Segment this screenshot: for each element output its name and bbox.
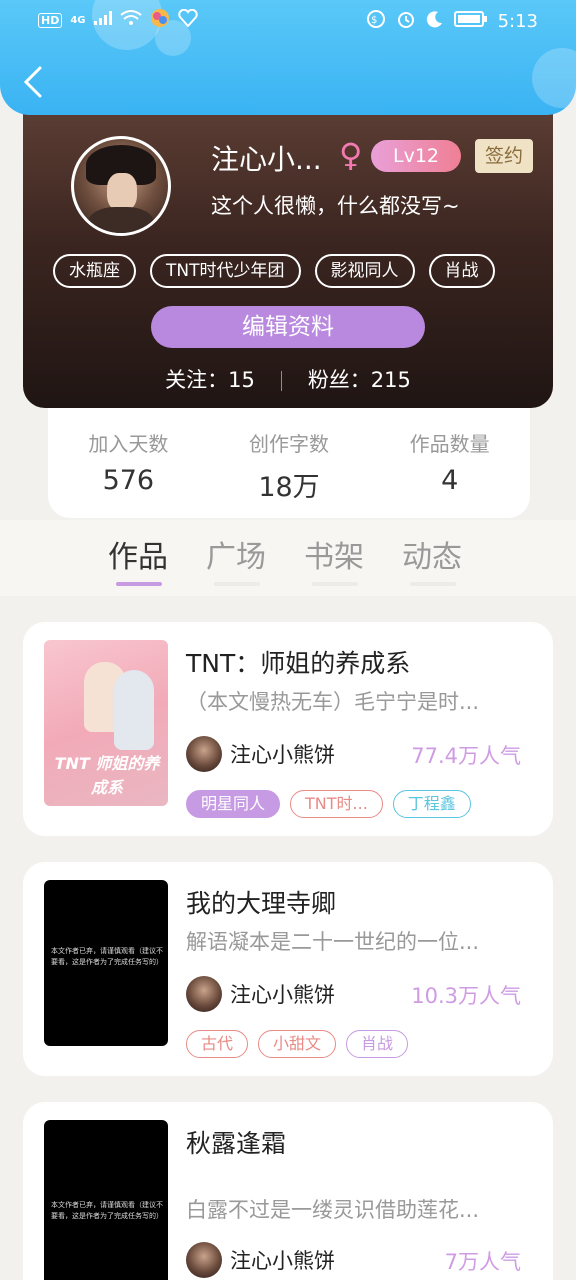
stat-value: 576: [102, 465, 155, 496]
level-badge: Lv12: [371, 140, 461, 172]
user-bio: 这个人很懒，什么都没写~: [211, 194, 460, 218]
profile-tag[interactable]: 肖战: [428, 254, 495, 288]
author-name: 注心小熊饼: [230, 743, 335, 767]
profile-tag[interactable]: 水瓶座: [53, 254, 136, 288]
hd-indicator: HD: [38, 12, 63, 28]
tab-indicator: [312, 582, 358, 586]
tab-bar: 作品 广场 书架 动态: [0, 520, 576, 596]
author-avatar: [186, 1242, 222, 1278]
moon-icon: [426, 10, 444, 33]
signal-icon: [93, 11, 112, 29]
wifi-icon: [119, 10, 142, 30]
edit-profile-button[interactable]: 编辑资料: [151, 306, 425, 348]
stat-label: 加入天数: [88, 432, 169, 456]
chevron-left-icon: [23, 66, 42, 98]
app-notification-icon: [150, 8, 170, 32]
user-name: 注心小...: [211, 143, 322, 176]
book-cover[interactable]: TNT 师姐的养成系: [44, 640, 168, 806]
book-cover[interactable]: 本文作者已弃，请谨慎观看（建议不要看，这是作者为了完成任务写的）: [44, 880, 168, 1046]
work-tag[interactable]: 小甜文: [258, 1030, 337, 1058]
cover-title: TNT 师姐的养成系: [54, 754, 160, 797]
cover-text: 本文作者已弃，请谨慎观看（建议不要看，这是作者为了完成任务写的）: [51, 947, 163, 966]
work-card[interactable]: TNT 师姐的养成系 TNT：师姐的养成系 （本文慢热无车）毛宁宁是时... 注…: [23, 622, 553, 836]
alarm-icon: [396, 9, 416, 34]
work-author: 注心小熊饼: [186, 1242, 335, 1278]
tab-feed[interactable]: 动态: [402, 532, 462, 576]
clock: 5:13: [497, 11, 538, 32]
work-description: （本文慢热无车）毛宁宁是时...: [186, 690, 480, 714]
stat-value: 4: [441, 465, 459, 496]
work-description: 解语凝本是二十一世纪的一位...: [186, 930, 480, 954]
stat-label: 作品数量: [409, 432, 490, 456]
back-button[interactable]: [20, 64, 46, 100]
work-description: 白露不过是一缕灵识借助莲花...: [186, 1198, 480, 1222]
battery-icon: [453, 10, 488, 33]
work-tag[interactable]: 古代: [186, 1030, 249, 1058]
popularity-count: 10.3万人气: [411, 984, 521, 1008]
work-title[interactable]: 我的大理寺卿: [186, 884, 336, 920]
author-avatar: [186, 736, 222, 772]
stats-panel: 加入天数 576 创作字数 18万 作品数量 4: [48, 408, 530, 518]
tab-indicator: [214, 582, 260, 586]
author-avatar: [186, 976, 222, 1012]
avatar[interactable]: [71, 136, 171, 236]
data-saver-icon: $: [366, 9, 386, 34]
work-title[interactable]: 秋露逢霜: [186, 1124, 286, 1160]
stat-works-count: 作品数量 4: [369, 408, 530, 518]
book-cover[interactable]: 本文作者已弃，请谨慎观看（建议不要看，这是作者为了完成任务写的）: [44, 1120, 168, 1280]
network-indicator: 4G: [70, 14, 86, 26]
tab-active-indicator: [116, 582, 162, 586]
signed-badge: 签约: [475, 139, 533, 173]
work-tags: 明星同人 TNT时... 丁程鑫: [186, 790, 471, 818]
profile-tag[interactable]: 影视同人: [314, 254, 415, 288]
profile-tag[interactable]: TNT时代少年团: [150, 254, 301, 288]
stat-value: 18万: [258, 472, 320, 503]
status-bar: HD 4G $ 5:13: [0, 0, 576, 40]
work-card[interactable]: 本文作者已弃，请谨慎观看（建议不要看，这是作者为了完成任务写的） 秋露逢霜 白露…: [23, 1102, 553, 1280]
tab-indicator: [410, 582, 456, 586]
author-name: 注心小熊饼: [230, 983, 335, 1007]
divider: [280, 371, 282, 391]
work-author: 注心小熊饼: [186, 976, 335, 1012]
svg-text:$: $: [371, 15, 377, 26]
tab-bookshelf[interactable]: 书架: [304, 532, 364, 576]
profile-card: 注心小... ♀ Lv12 签约 这个人很懒，什么都没写~ 水瓶座 TNT时代少…: [23, 108, 553, 408]
tab-works[interactable]: 作品: [108, 532, 168, 576]
work-tag[interactable]: 丁程鑫: [392, 790, 471, 818]
follow-stats: 关注：15 粉丝：215: [23, 364, 553, 394]
author-name: 注心小熊饼: [230, 1249, 335, 1273]
work-title[interactable]: TNT：师姐的养成系: [186, 644, 410, 680]
popularity-count: 7万人气: [444, 1250, 521, 1274]
profile-tags: 水瓶座 TNT时代少年团 影视同人 肖战: [53, 254, 495, 288]
female-icon: ♀: [339, 136, 363, 174]
work-tag[interactable]: 肖战: [346, 1030, 409, 1058]
following-count[interactable]: 关注：15: [165, 368, 255, 392]
tab-square[interactable]: 广场: [206, 532, 266, 576]
work-tag[interactable]: 明星同人: [186, 790, 281, 818]
followers-count[interactable]: 粉丝：215: [308, 368, 411, 392]
work-card[interactable]: 本文作者已弃，请谨慎观看（建议不要看，这是作者为了完成任务写的） 我的大理寺卿 …: [23, 862, 553, 1076]
popularity-count: 77.4万人气: [411, 744, 521, 768]
work-author: 注心小熊饼: [186, 736, 335, 772]
health-icon: [177, 8, 198, 31]
stat-join-days: 加入天数 576: [48, 408, 209, 518]
work-tag[interactable]: TNT时...: [290, 790, 383, 818]
stat-word-count: 创作字数 18万: [209, 408, 370, 518]
cover-text: 本文作者已弃，请谨慎观看（建议不要看，这是作者为了完成任务写的）: [51, 1201, 163, 1220]
stat-label: 创作字数: [249, 432, 329, 456]
work-tags: 古代 小甜文 肖战: [186, 1030, 409, 1058]
